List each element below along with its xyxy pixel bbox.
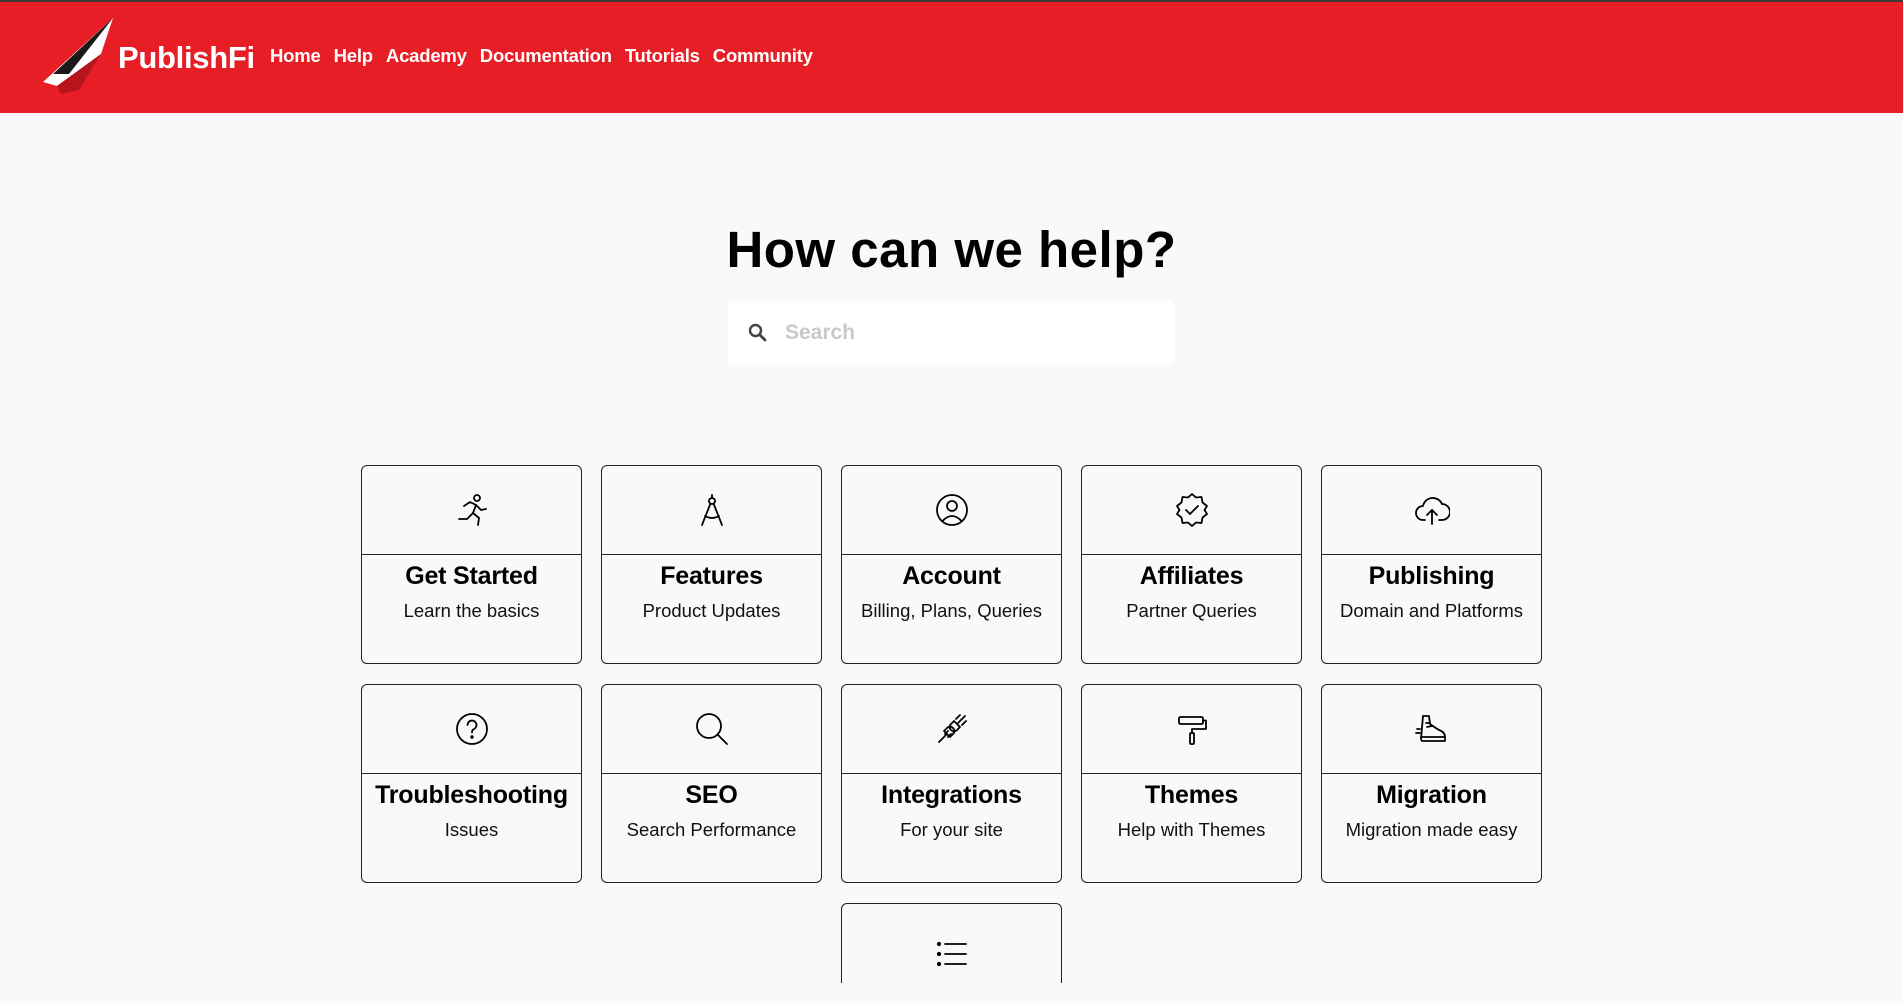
card-subtitle: Domain and Platforms [1339,600,1524,621]
card-title: Migration [1376,781,1487,809]
card-subtitle: Billing, Plans, Queries [861,600,1042,621]
magnifier-icon [695,713,728,745]
card-title: Features [660,562,763,590]
card-migration[interactable]: Migration Migration made easy [1321,684,1542,883]
compass-icon [700,494,723,526]
sneaker-icon [1414,715,1446,742]
card-get-started[interactable]: Get Started Learn the basics [361,465,582,664]
card-account[interactable]: Account Billing, Plans, Queries [841,465,1062,664]
card-subtitle: For your site [900,819,1003,840]
card-subtitle: Learn the basics [403,600,540,621]
user-circle-icon [935,494,968,526]
help-circle-icon [455,713,488,745]
card-title: Themes [1144,781,1239,809]
card-subtitle: Help with Themes [1117,819,1266,840]
card-title: Integrations [881,781,1022,809]
card-subtitle: Partner Queries [1126,600,1257,621]
card-subtitle: Product Updates [642,600,781,621]
card-affiliates[interactable]: Affiliates Partner Queries [1081,465,1302,664]
running-person-icon [457,494,487,526]
main-nav: Home Help Academy Documentation Tutorial… [270,45,826,67]
card-title: Get Started [405,562,538,590]
nav-tutorials[interactable]: Tutorials [625,45,700,67]
paint-roller-icon [1177,716,1207,745]
card-title: SEO [685,781,738,809]
card-seo[interactable]: SEO Search Performance [601,684,822,883]
list-icon [936,941,967,967]
plug-icon [937,714,967,743]
card-title: Affiliates [1139,562,1244,590]
card-subtitle: Issues [444,819,499,840]
brand-name[interactable]: PublishFi [118,40,255,76]
nav-help[interactable]: Help [334,45,373,67]
page-title: How can we help? [726,221,1177,278]
search-icon [748,323,767,342]
publishfi-logo-icon[interactable] [39,16,119,96]
top-bar: PublishFi Home Help Academy Documentatio… [0,0,1903,113]
search-input[interactable] [783,313,1163,353]
nav-home[interactable]: Home [270,45,321,67]
card-integrations[interactable]: Integrations For your site [841,684,1062,883]
card-more[interactable] [841,903,1062,983]
card-subtitle: Migration made easy [1345,819,1518,840]
card-features[interactable]: Features Product Updates [601,465,822,664]
nav-academy[interactable]: Academy [386,45,467,67]
card-title: Account [902,562,1001,590]
nav-documentation[interactable]: Documentation [480,45,612,67]
cloud-upload-icon [1414,497,1450,525]
nav-community[interactable]: Community [713,45,813,67]
card-themes[interactable]: Themes Help with Themes [1081,684,1302,883]
card-troubleshooting[interactable]: Troubleshooting Issues [361,684,582,883]
search-box[interactable] [728,301,1175,365]
card-subtitle: Search Performance [626,819,797,840]
badge-check-icon [1175,493,1208,527]
card-title: Publishing [1368,562,1495,590]
card-publishing[interactable]: Publishing Domain and Platforms [1321,465,1542,664]
card-title: Troubleshooting [375,781,568,809]
